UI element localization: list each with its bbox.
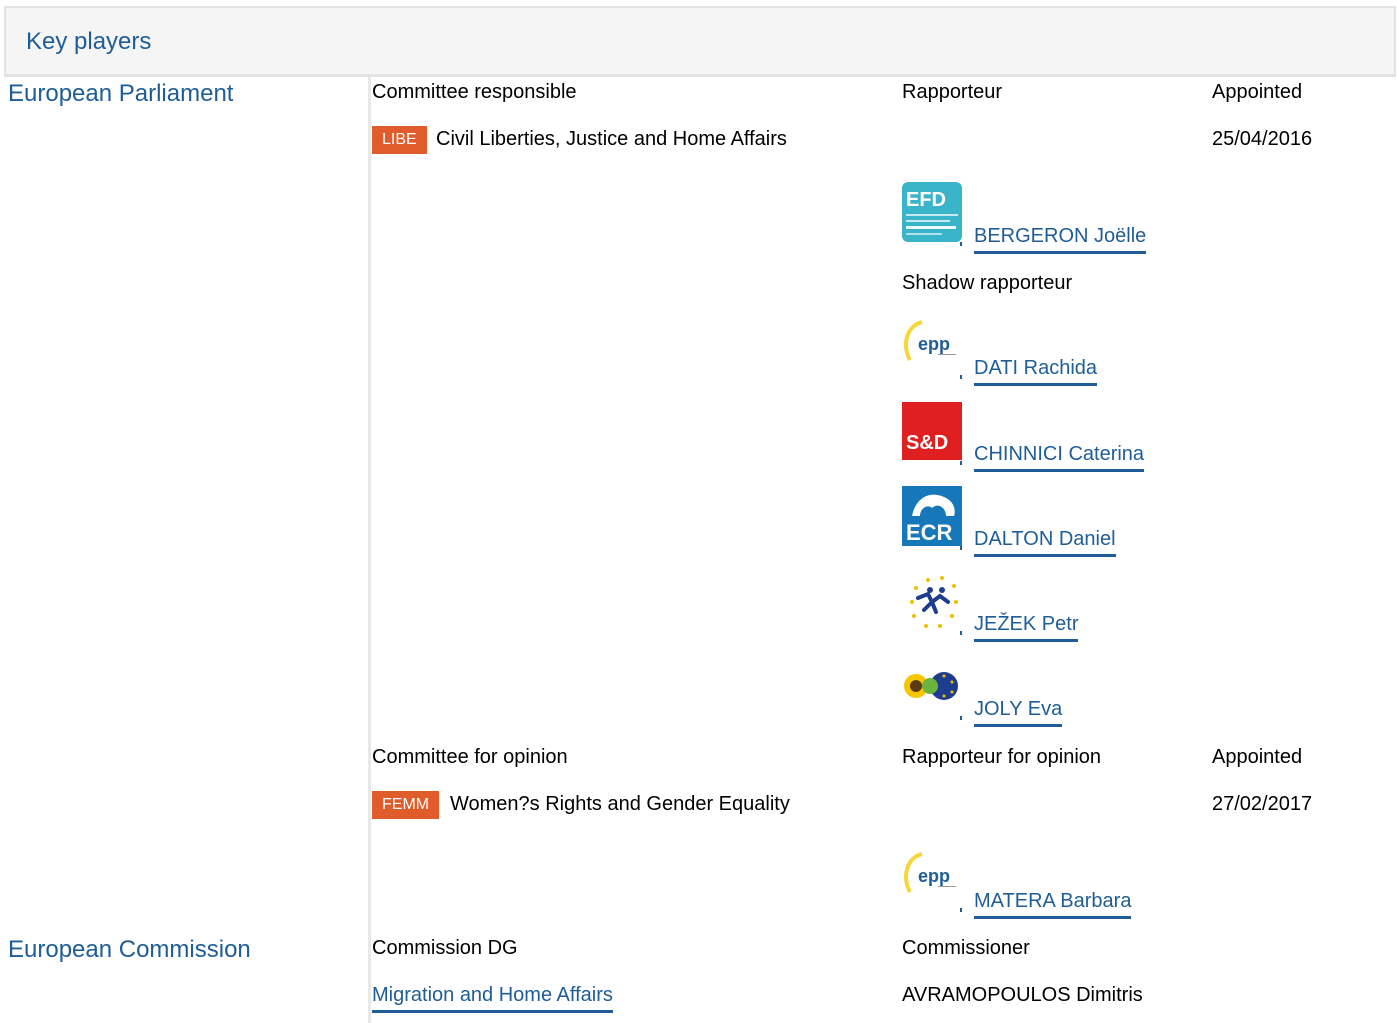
col-rapporteur: Rapporteur bbox=[902, 81, 1003, 103]
greens-efa-logo-icon bbox=[902, 668, 962, 728]
committee-badge-libe[interactable]: LIBE bbox=[372, 126, 427, 154]
col-appointed: Appointed bbox=[1212, 81, 1303, 103]
sd-logo-icon: S&D bbox=[902, 402, 962, 462]
committee-name-libe: Civil Liberties, Justice and Home Affair… bbox=[436, 128, 787, 150]
key-players-header: Key players bbox=[4, 6, 1396, 76]
epp-logo-icon: epp bbox=[902, 848, 962, 908]
epp-logo-icon: epp bbox=[902, 316, 962, 376]
epp-logo-text: epp bbox=[918, 334, 950, 354]
institution-european-parliament[interactable]: European Parliament bbox=[8, 80, 233, 108]
shadow-rapporteur-link[interactable]: CHINNICI Caterina bbox=[974, 443, 1145, 472]
shadow-rapporteur-link[interactable]: DATI Rachida bbox=[974, 357, 1098, 386]
alde-logo-icon bbox=[902, 572, 962, 632]
efdd-logo-icon: EFD bbox=[902, 182, 962, 242]
ecr-logo-icon: ECR bbox=[902, 486, 962, 546]
shadow-rapporteur-link[interactable]: JOLY Eva bbox=[974, 698, 1063, 727]
sd-logo-text: S&D bbox=[906, 432, 948, 454]
commissioner-name: AVRAMOPOULOS Dimitris bbox=[902, 984, 1143, 1006]
section-title: Key players bbox=[26, 28, 152, 55]
ecr-logo-text: ECR bbox=[906, 520, 953, 545]
appointed-date-femm: 27/02/2017 bbox=[1212, 793, 1313, 815]
col-commissioner: Commissioner bbox=[902, 937, 1030, 959]
shadow-rapporteur-label: Shadow rapporteur bbox=[902, 272, 1073, 294]
key-players-page: Key players European Parliament Committe… bbox=[0, 0, 1397, 1023]
col-rapporteur-opinion: Rapporteur for opinion bbox=[902, 746, 1102, 768]
col-committee-responsible: Committee responsible bbox=[372, 81, 577, 103]
rapporteur-link[interactable]: BERGERON Joëlle bbox=[974, 225, 1147, 254]
col-committee-opinion: Committee for opinion bbox=[372, 746, 568, 768]
col-appointed-opinion: Appointed bbox=[1212, 746, 1303, 768]
shadow-rapporteur-link[interactable]: JEŽEK Petr bbox=[974, 613, 1079, 642]
column-divider bbox=[368, 77, 371, 1023]
col-commission-dg: Commission DG bbox=[372, 937, 518, 959]
efdd-logo-text: EFD bbox=[906, 189, 946, 211]
shadow-rapporteur-link[interactable]: DALTON Daniel bbox=[974, 528, 1116, 557]
appointed-date-libe: 25/04/2016 bbox=[1212, 128, 1313, 150]
committee-badge-femm[interactable]: FEMM bbox=[372, 791, 440, 819]
commission-dg-link[interactable]: Migration and Home Affairs bbox=[372, 984, 613, 1013]
opinion-rapporteur-link[interactable]: MATERA Barbara bbox=[974, 890, 1132, 919]
header-divider bbox=[4, 74, 1396, 77]
committee-name-femm: Women?s Rights and Gender Equality bbox=[450, 793, 790, 815]
institution-european-commission[interactable]: European Commission bbox=[8, 936, 251, 964]
epp-logo-text: epp bbox=[918, 866, 950, 886]
